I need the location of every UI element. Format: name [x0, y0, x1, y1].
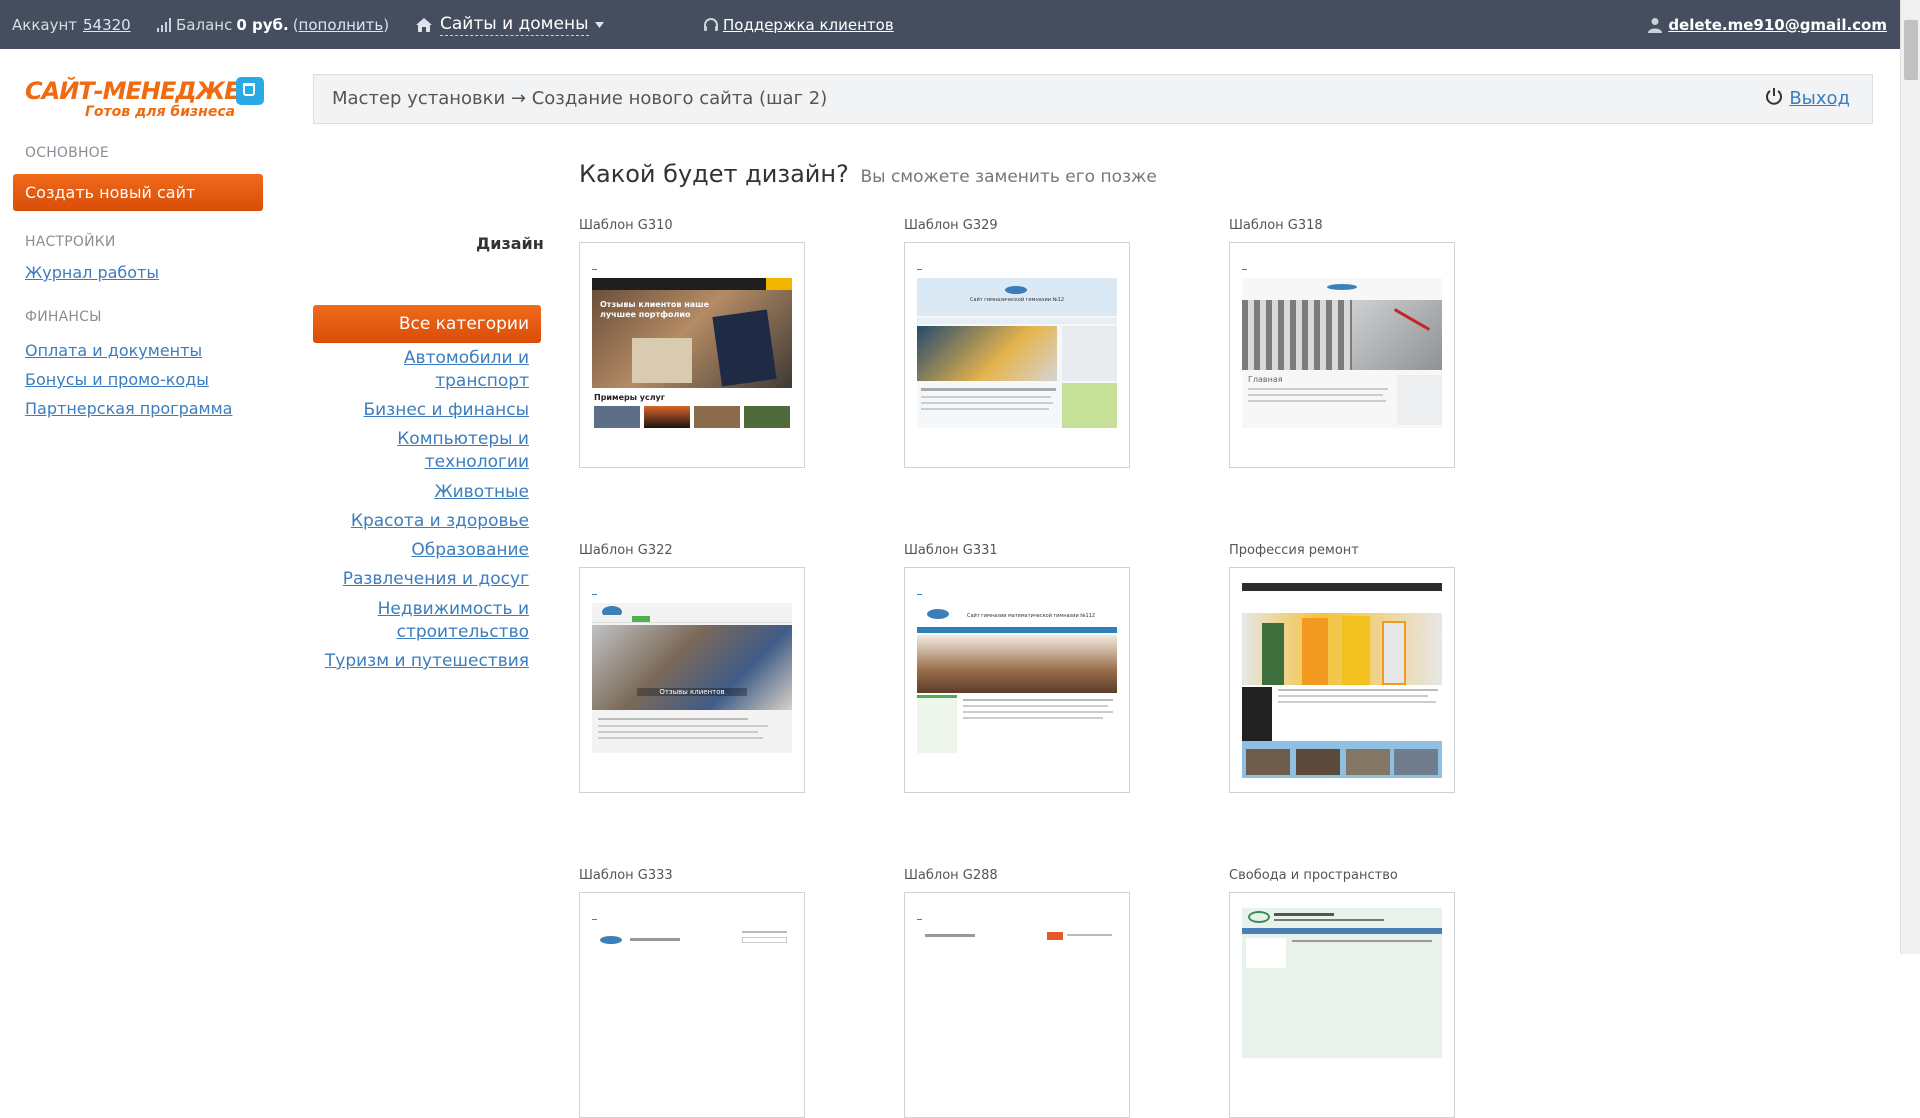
- balance-label: Баланс: [176, 15, 233, 34]
- category-computers[interactable]: Компьютеры и технологии: [397, 428, 529, 474]
- template-preview: Отзывы клиентов наше лучшее портфолио Пр…: [592, 278, 792, 428]
- category-business[interactable]: Бизнес и финансы: [363, 399, 529, 422]
- template-preview: [1242, 583, 1442, 778]
- paren-close: ): [383, 15, 390, 34]
- journal-link[interactable]: Журнал работы: [25, 263, 159, 282]
- account-id-link[interactable]: 54320: [83, 16, 131, 34]
- preview-caption: Примеры услуг: [594, 393, 665, 402]
- support-info: Поддержка клиентов: [703, 0, 894, 49]
- marker: [1242, 269, 1247, 270]
- bonuses-link[interactable]: Бонусы и промо-коды: [25, 370, 209, 389]
- category-entertainment[interactable]: Развлечения и досуг: [343, 568, 529, 591]
- template-name: Шаблон G333: [579, 868, 673, 883]
- template-preview: Главная: [1242, 278, 1442, 428]
- template-name: Шаблон G329: [904, 218, 998, 233]
- template-preview: [917, 928, 1117, 1078]
- wizard-header: Мастер установки → Создание нового сайта…: [313, 74, 1873, 124]
- template-preview: [1242, 908, 1442, 1058]
- category-realestate[interactable]: Недвижимость и строительство: [378, 598, 529, 644]
- logout-link[interactable]: Выход: [1789, 88, 1850, 109]
- balance-info: Баланс 0 руб. (пополнить): [157, 0, 389, 49]
- design-filter-label: Дизайн: [476, 234, 544, 253]
- category-auto-label: Автомобили и транспорт: [403, 348, 529, 391]
- sites-domains-label: Сайты и домены: [440, 13, 589, 36]
- topup-link[interactable]: пополнить: [299, 16, 384, 34]
- template-card-freedom[interactable]: [1229, 892, 1455, 1118]
- template-card-g288[interactable]: [904, 892, 1130, 1118]
- user-info: delete.me910@gmail.com: [1648, 0, 1887, 49]
- page-subtitle: Вы сможете заменить его позже: [860, 167, 1157, 187]
- category-animals[interactable]: Животные: [434, 481, 529, 504]
- template-preview: Отзывы клиентов: [592, 603, 792, 753]
- template-name: Шаблон G310: [579, 218, 673, 233]
- marker: [592, 269, 597, 270]
- template-name: Шаблон G331: [904, 543, 998, 558]
- template-card-repair[interactable]: [1229, 567, 1455, 793]
- template-card-g322[interactable]: Отзывы клиентов: [579, 567, 805, 793]
- preview-headline: Сайт гимназии математической гимназии №1…: [967, 613, 1096, 619]
- marker: [592, 919, 597, 920]
- support-link[interactable]: Поддержка клиентов: [723, 16, 894, 34]
- category-computers-label: Компьютеры и технологии: [397, 429, 529, 472]
- all-categories-button[interactable]: Все категории: [313, 305, 541, 343]
- balance-value: 0 руб.: [236, 15, 289, 34]
- category-beauty[interactable]: Красота и здоровье: [351, 510, 529, 533]
- power-icon: [1765, 87, 1783, 110]
- partner-program-link[interactable]: Партнерская программа: [25, 399, 232, 418]
- template-preview: Сайт гимназической гимназии №12: [917, 278, 1117, 428]
- chevron-down-icon: [594, 21, 604, 28]
- page-title-text: Какой будет дизайн?: [579, 160, 849, 188]
- template-card-g329[interactable]: Сайт гимназической гимназии №12: [904, 242, 1130, 468]
- create-site-button[interactable]: Создать новый сайт: [13, 174, 263, 211]
- breadcrumb: Мастер установки → Создание нового сайта…: [332, 88, 828, 109]
- template-card-g318[interactable]: Главная: [1229, 242, 1455, 468]
- marker: [917, 269, 922, 270]
- template-preview: Сайт гимназии математической гимназии №1…: [917, 603, 1117, 753]
- page-scrollbar[interactable]: [1900, 0, 1920, 954]
- section-title-finance: ФИНАНСЫ: [25, 309, 102, 325]
- page-title: Какой будет дизайн? Вы сможете заменить …: [579, 160, 1157, 188]
- logo[interactable]: САЙТ-МЕНЕДЖЕР Готов для бизнеса: [25, 77, 265, 132]
- template-preview: [592, 928, 792, 1078]
- bars-icon: [157, 17, 171, 32]
- user-icon: [1648, 17, 1663, 33]
- marker: [592, 594, 597, 595]
- logo-tagline: Готов для бизнеса: [85, 104, 236, 120]
- preview-headline: Сайт гимназической гимназии №12: [969, 297, 1065, 303]
- logout-control[interactable]: Выход: [1765, 87, 1850, 110]
- template-name: Шаблон G318: [1229, 218, 1323, 233]
- home-icon: [415, 17, 433, 33]
- category-realestate-label: Недвижимость и строительство: [377, 599, 529, 642]
- category-auto[interactable]: Автомобили и транспорт: [404, 347, 529, 393]
- preview-caption: Главная: [1248, 375, 1283, 384]
- scrollbar-thumb[interactable]: [1904, 20, 1918, 80]
- template-card-g333[interactable]: [579, 892, 805, 1118]
- headset-icon: [703, 17, 719, 33]
- template-name: Свобода и пространство: [1229, 868, 1398, 883]
- section-title-main: ОСНОВНОЕ: [25, 145, 109, 161]
- payments-link[interactable]: Оплата и документы: [25, 341, 202, 360]
- template-name: Профессия ремонт: [1229, 543, 1359, 558]
- template-name: Шаблон G322: [579, 543, 673, 558]
- user-email-link[interactable]: delete.me910@gmail.com: [1668, 16, 1887, 34]
- marker: [917, 594, 922, 595]
- preview-headline: Отзывы клиентов наше лучшее портфолио: [600, 300, 710, 319]
- sites-domains-menu[interactable]: Сайты и домены: [415, 0, 604, 49]
- account-info: Аккаунт 54320: [12, 0, 131, 49]
- category-education[interactable]: Образование: [411, 539, 529, 562]
- template-name: Шаблон G288: [904, 868, 998, 883]
- category-travel[interactable]: Туризм и путешествия: [325, 650, 529, 673]
- sidebar: САЙТ-МЕНЕДЖЕР Готов для бизнеса ОСНОВНОЕ…: [0, 49, 280, 954]
- logo-text: САЙТ-МЕНЕДЖЕР: [25, 77, 257, 105]
- top-bar: Аккаунт 54320 Баланс 0 руб. (пополнить) …: [0, 0, 1920, 49]
- coffee-cup-icon: [236, 77, 264, 105]
- template-card-g310[interactable]: Отзывы клиентов наше лучшее портфолио Пр…: [579, 242, 805, 468]
- preview-headline: Отзывы клиентов: [637, 688, 747, 696]
- account-label: Аккаунт: [12, 15, 77, 34]
- marker: [917, 919, 922, 920]
- section-title-settings: НАСТРОЙКИ: [25, 234, 116, 250]
- template-card-g331[interactable]: Сайт гимназии математической гимназии №1…: [904, 567, 1130, 793]
